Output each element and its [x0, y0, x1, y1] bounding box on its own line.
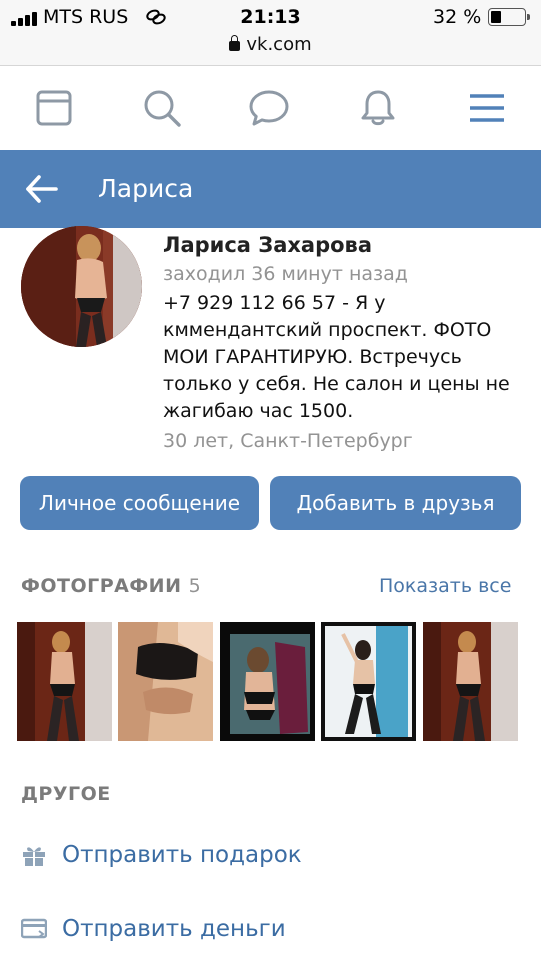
status-bar: MTS RUS 21:13 32 % vk.com — [0, 0, 541, 66]
profile-info: 30 лет, Санкт-Петербург — [163, 430, 413, 452]
show-all-photos-link[interactable]: Показать все — [379, 574, 511, 598]
address-bar[interactable]: vk.com — [0, 34, 541, 56]
last-seen: заходил 36 минут назад — [163, 263, 408, 285]
messages-icon[interactable] — [248, 87, 290, 129]
photos-title: ФОТОГРАФИИ — [21, 575, 182, 597]
lock-icon — [229, 35, 241, 51]
photo-thumbnail[interactable] — [220, 622, 315, 741]
message-button[interactable]: Личное сообщение — [20, 476, 259, 530]
avatar[interactable] — [21, 226, 142, 347]
photo-thumbnail[interactable] — [118, 622, 213, 741]
feed-icon[interactable] — [33, 87, 75, 129]
money-transfer-icon — [21, 918, 47, 939]
send-gift-label: Отправить подарок — [62, 842, 302, 868]
photo-thumbnail[interactable] — [321, 622, 416, 741]
notifications-icon[interactable] — [357, 87, 399, 129]
top-navigation — [0, 67, 541, 149]
photo-thumbnail[interactable] — [17, 622, 112, 741]
add-friend-button[interactable]: Добавить в друзья — [270, 476, 521, 530]
search-icon[interactable] — [141, 87, 183, 129]
photos-count: 5 — [188, 575, 202, 597]
photo-thumbnail[interactable] — [423, 622, 518, 741]
profile-status: +7 929 112 66 57 - Я у кммендантский про… — [163, 292, 510, 422]
battery-percent: 32 % — [433, 6, 482, 28]
back-arrow-icon — [26, 175, 58, 203]
menu-icon[interactable] — [466, 87, 508, 129]
page-title: Лариса — [98, 174, 194, 203]
photos-section-title: ФОТОГРАФИИ 5 — [21, 574, 201, 598]
url-text: vk.com — [246, 34, 312, 55]
other-section-title: ДРУГОЕ — [21, 783, 111, 805]
back-button[interactable] — [22, 170, 62, 208]
send-money-label: Отправить деньги — [62, 916, 286, 942]
gift-icon — [23, 847, 45, 866]
profile-name: Лариса Захарова — [163, 233, 373, 257]
page-header: Лариса — [0, 150, 541, 228]
battery-icon — [488, 8, 530, 26]
